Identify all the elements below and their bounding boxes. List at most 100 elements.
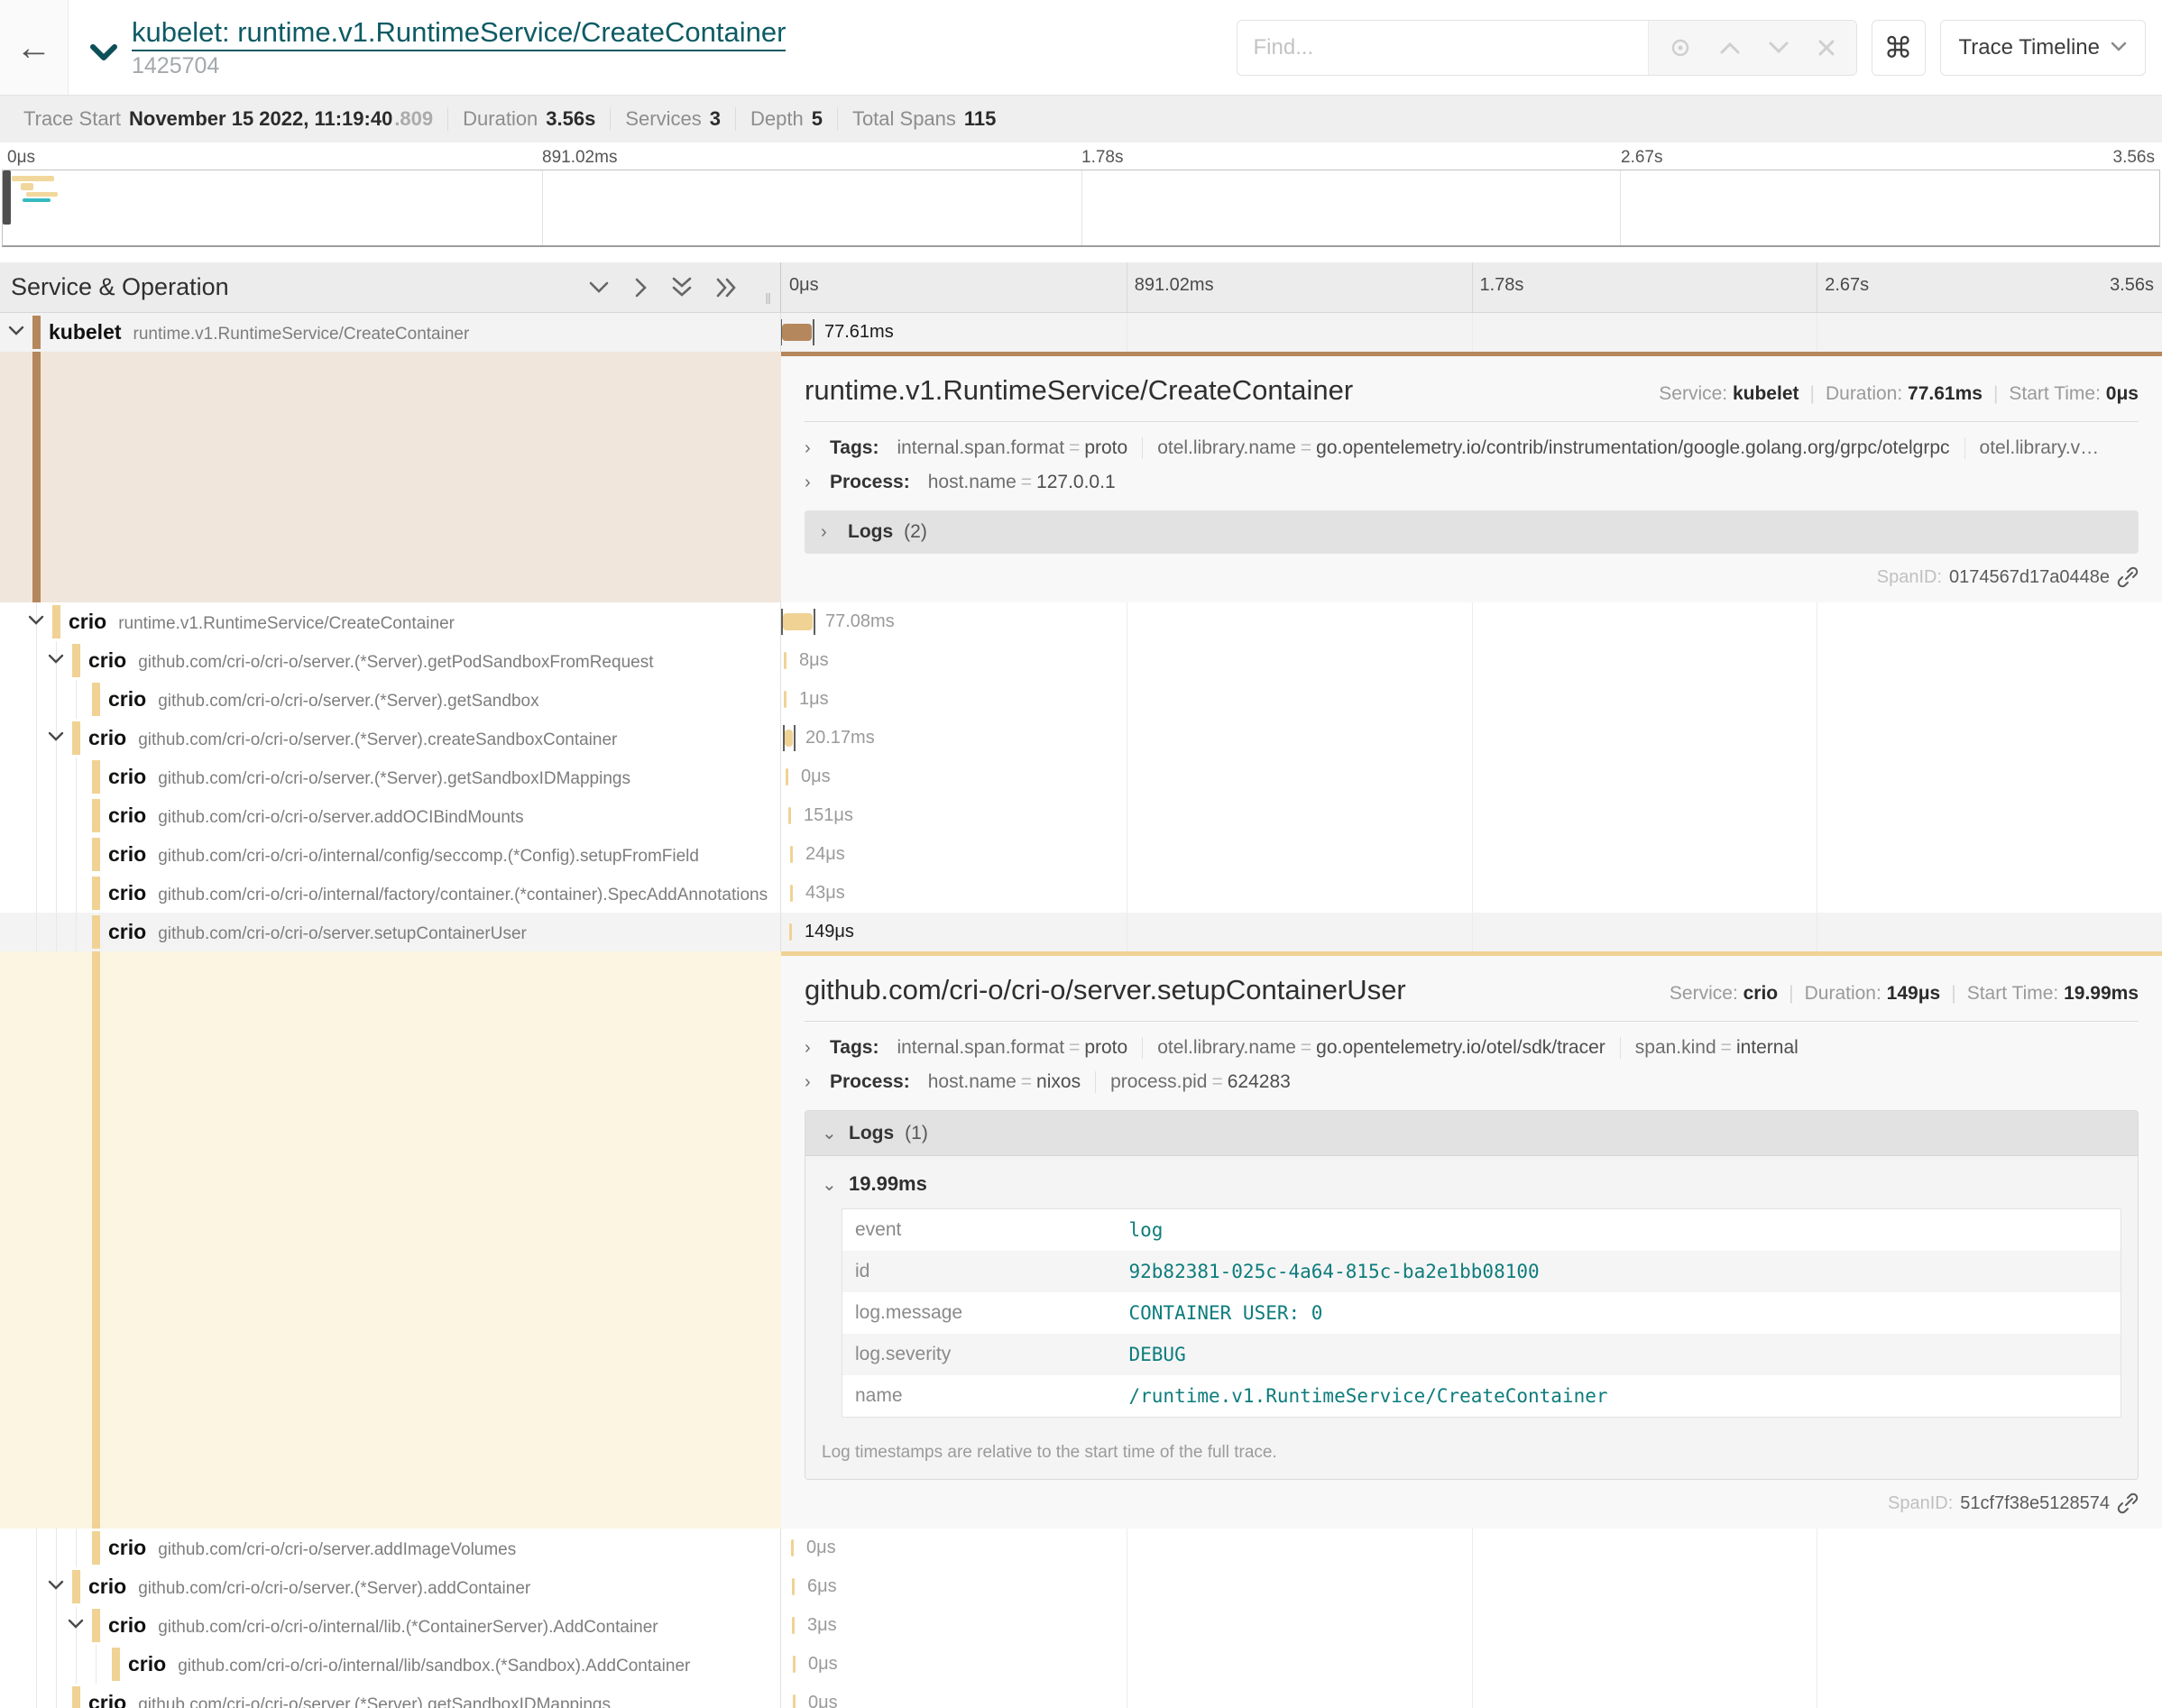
span-row[interactable]: criogithub.com/cri-o/cri-o/server.(*Serv… (0, 641, 2162, 680)
span-row[interactable]: criogithub.com/cri-o/cri-o/server.addOCI… (0, 796, 2162, 835)
log-field-key: event (842, 1209, 1122, 1252)
span-bar-cell[interactable]: 77.08ms (781, 602, 2162, 641)
collapse-one-icon[interactable] (587, 280, 611, 296)
chevron-down-icon[interactable] (67, 1618, 85, 1635)
span-bar-cell[interactable]: 0μs (781, 1529, 2162, 1567)
span-bar-cell[interactable]: 8μs (781, 641, 2162, 680)
span-bar-cell[interactable]: 3μs (781, 1606, 2162, 1645)
prev-match-icon[interactable] (1719, 41, 1741, 55)
logs-accordion[interactable]: ⌄ Logs (1) (805, 1111, 2138, 1156)
span-duration-bar[interactable] (791, 1539, 794, 1556)
span-bar-cell[interactable]: 0μs (781, 1684, 2162, 1708)
span-row[interactable]: crioruntime.v1.RuntimeService/CreateCont… (0, 602, 2162, 641)
span-color-bar (32, 352, 41, 602)
span-row[interactable]: criogithub.com/cri-o/cri-o/internal/lib/… (0, 1645, 2162, 1684)
span-duration-bar[interactable] (790, 885, 793, 902)
span-duration-bar[interactable] (793, 1656, 796, 1673)
span-name-cell[interactable]: criogithub.com/cri-o/cri-o/server.setupC… (0, 913, 781, 951)
chevron-down-icon[interactable] (27, 614, 45, 631)
span-duration-bar[interactable] (786, 768, 788, 785)
span-row[interactable]: criogithub.com/cri-o/cri-o/server.(*Serv… (0, 1567, 2162, 1606)
back-button[interactable]: ← (0, 0, 69, 95)
span-row[interactable]: criogithub.com/cri-o/cri-o/server.(*Serv… (0, 719, 2162, 758)
tags-accordion[interactable]: › Tags: internal.span.format=protootel.l… (805, 1031, 2139, 1065)
chevron-down-icon[interactable] (47, 730, 65, 748)
indent-guide (76, 1529, 77, 1567)
logs-accordion[interactable]: › Logs (2) (805, 510, 2139, 554)
trace-view-select[interactable]: Trace Timeline (1940, 20, 2147, 76)
log-entry-accordion[interactable]: ⌄ 19.99ms (805, 1162, 2138, 1207)
next-match-icon[interactable] (1768, 41, 1789, 55)
span-duration-bar[interactable] (792, 1578, 795, 1595)
span-name-cell[interactable]: criogithub.com/cri-o/cri-o/server.(*Serv… (0, 680, 781, 719)
copy-link-icon[interactable] (2117, 1492, 2139, 1514)
span-name-cell[interactable]: criogithub.com/cri-o/cri-o/internal/lib/… (0, 1645, 781, 1684)
span-row[interactable]: criogithub.com/cri-o/cri-o/server.(*Serv… (0, 758, 2162, 796)
span-name-cell[interactable]: criogithub.com/cri-o/cri-o/server.(*Serv… (0, 641, 781, 680)
span-name-cell[interactable]: criogithub.com/cri-o/cri-o/internal/lib.… (0, 1606, 781, 1645)
span-duration-bar[interactable] (792, 1617, 795, 1634)
span-row[interactable]: kubeletruntime.v1.RuntimeService/CreateC… (0, 313, 2162, 352)
span-duration-bar[interactable] (784, 691, 787, 708)
column-resizer-handle[interactable]: ‖ (765, 290, 773, 308)
span-detail-left-gutter (0, 352, 781, 602)
span-bar-cell[interactable]: 43μs (781, 874, 2162, 913)
process-accordion[interactable]: › Process: host.name=nixosprocess.pid=62… (805, 1065, 2139, 1099)
span-duration-bar[interactable] (782, 324, 812, 341)
chevron-down-icon[interactable] (7, 325, 25, 342)
minimap-canvas[interactable] (2, 170, 2160, 247)
span-name-cell[interactable]: criogithub.com/cri-o/cri-o/server.(*Serv… (0, 719, 781, 758)
span-duration-bar[interactable] (790, 846, 793, 863)
clear-find-icon[interactable] (1817, 38, 1836, 58)
span-bar-cell[interactable]: 24μs (781, 835, 2162, 874)
span-name-cell[interactable]: criogithub.com/cri-o/cri-o/internal/fact… (0, 874, 781, 913)
span-row[interactable]: criogithub.com/cri-o/cri-o/server.setupC… (0, 913, 2162, 951)
expand-all-icon[interactable] (715, 276, 739, 299)
span-row[interactable]: criogithub.com/cri-o/cri-o/server.(*Serv… (0, 680, 2162, 719)
indent-guide (96, 1645, 97, 1684)
span-duration-bar[interactable] (785, 730, 793, 747)
span-row[interactable]: criogithub.com/cri-o/cri-o/internal/conf… (0, 835, 2162, 874)
chevron-down-icon[interactable] (47, 653, 65, 670)
span-bar-cell[interactable]: 151μs (781, 796, 2162, 835)
span-row[interactable]: criogithub.com/cri-o/cri-o/internal/fact… (0, 874, 2162, 913)
log-field-value: log (1122, 1209, 2121, 1252)
log-field-row: log.severityDEBUG (842, 1334, 2121, 1375)
span-row[interactable]: criogithub.com/cri-o/cri-o/server.addIma… (0, 1529, 2162, 1567)
span-bar-cell[interactable]: 0μs (781, 1645, 2162, 1684)
tags-accordion[interactable]: › Tags: internal.span.format=protootel.l… (805, 431, 2139, 465)
span-name-cell[interactable]: criogithub.com/cri-o/cri-o/server.(*Serv… (0, 758, 781, 796)
span-name-cell[interactable]: criogithub.com/cri-o/cri-o/server.(*Serv… (0, 1684, 781, 1708)
span-duration-bar[interactable] (783, 613, 813, 630)
span-name-cell[interactable]: criogithub.com/cri-o/cri-o/internal/conf… (0, 835, 781, 874)
span-bar-cell[interactable]: 149μs (781, 913, 2162, 951)
span-bar-cell[interactable]: 6μs (781, 1567, 2162, 1606)
copy-link-icon[interactable] (2117, 566, 2139, 588)
span-duration-bar[interactable] (784, 652, 787, 669)
span-name-cell[interactable]: crioruntime.v1.RuntimeService/CreateCont… (0, 602, 781, 641)
trace-title-link[interactable]: kubelet: runtime.v1.RuntimeService/Creat… (132, 15, 786, 52)
span-name-cell[interactable]: criogithub.com/cri-o/cri-o/server.addIma… (0, 1529, 781, 1567)
span-name-cell[interactable]: kubeletruntime.v1.RuntimeService/CreateC… (0, 313, 781, 352)
chevron-down-icon[interactable] (47, 1579, 65, 1596)
find-input[interactable] (1237, 21, 1648, 75)
span-name-cell[interactable]: criogithub.com/cri-o/cri-o/server.(*Serv… (0, 1567, 781, 1606)
focus-match-icon[interactable] (1669, 36, 1692, 60)
collapse-trace-header-icon[interactable] (88, 41, 119, 63)
process-accordion[interactable]: › Process: host.name=127.0.0.1 (805, 465, 2139, 500)
span-row[interactable]: criogithub.com/cri-o/cri-o/internal/lib.… (0, 1606, 2162, 1645)
span-bar-cell[interactable]: 1μs (781, 680, 2162, 719)
span-bar-cell[interactable]: 20.17ms (781, 719, 2162, 758)
span-name-cell[interactable]: criogithub.com/cri-o/cri-o/server.addOCI… (0, 796, 781, 835)
expand-one-icon[interactable] (632, 276, 649, 299)
span-bar-cell[interactable]: 77.61ms (781, 313, 2162, 352)
span-row[interactable]: criogithub.com/cri-o/cri-o/server.(*Serv… (0, 1684, 2162, 1708)
span-duration-bar[interactable] (793, 1694, 796, 1708)
span-bar-cell[interactable]: 0μs (781, 758, 2162, 796)
span-duration-bar[interactable] (789, 923, 792, 941)
keyboard-shortcuts-button[interactable]: ⌘ (1872, 20, 1926, 76)
collapse-all-icon[interactable] (670, 276, 694, 299)
span-duration-bar[interactable] (788, 807, 791, 824)
minimap-scrubber-handle[interactable] (3, 170, 11, 225)
span-color-bar (92, 683, 100, 716)
